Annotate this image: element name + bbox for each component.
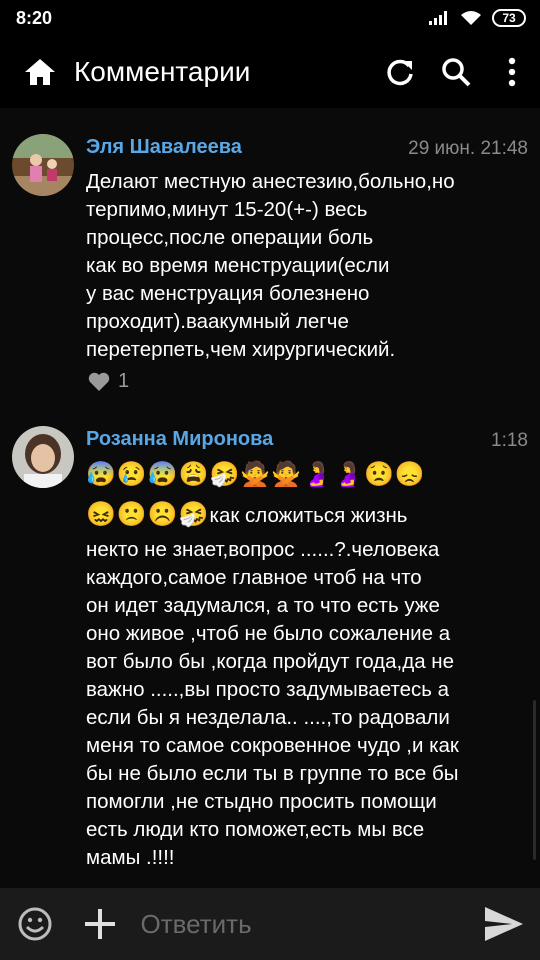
comment-author[interactable]: Розанна Миронова [86,428,273,451]
comment-time: 1:18 [491,430,528,451]
plus-icon [84,909,115,939]
comment-item: Розанна Миронова 1:18 😰😢😰😩🤧🙅🙅🤰🤰😟😞 😖🙁☹️🤧к… [0,408,540,888]
reply-input[interactable] [138,907,478,941]
reply-bar [0,888,540,960]
emoji-group: 😖🙁☹️🤧 [86,501,210,528]
emoji-button[interactable] [14,902,55,946]
home-button[interactable] [16,48,64,96]
avatar[interactable] [12,426,74,488]
comment-time: 29 июн. 21:48 [408,138,528,159]
refresh-button[interactable] [372,44,428,100]
status-time: 8:20 [16,7,53,28]
avatar[interactable] [12,134,74,196]
comment-author[interactable]: Эля Шавалеева [86,136,242,159]
wifi-icon [461,11,481,25]
more-vert-icon [508,57,516,87]
smiley-icon [18,907,52,941]
send-icon [484,907,523,941]
home-icon [25,59,55,85]
comments-list[interactable]: Эля Шавалеева 29 июн. 21:48 Делают местн… [0,108,540,888]
search-icon [442,58,471,87]
signal-icon [429,11,447,25]
comment-text: некто не знает,вопрос ......?.человека к… [86,538,459,869]
emoji-line: 😖🙁☹️🤧как сложиться жизнь [86,498,407,533]
more-button[interactable] [484,44,540,100]
comment-text-start: как сложиться жизнь [209,504,408,527]
status-icons: 73 [428,9,526,27]
battery-indicator: 73 [492,9,526,27]
send-button[interactable] [478,896,531,952]
comment-text: Делают местную анестезию,больно,но терпи… [86,170,455,361]
heart-icon [88,372,110,391]
scrollbar[interactable] [533,700,536,860]
page-title: Комментарии [74,56,251,87]
app-bar: Комментарии [0,36,540,108]
comment-item: Эля Шавалеева 29 июн. 21:48 Делают местн… [0,108,540,408]
status-bar: 8:20 73 [0,0,540,36]
like-count: 1 [118,370,130,392]
refresh-icon [387,59,413,86]
search-button[interactable] [428,44,484,100]
like-button[interactable]: 1 [88,370,129,393]
attach-button[interactable] [79,902,120,946]
emoji-line: 😰😢😰😩🤧🙅🙅🤰🤰😟😞 [86,461,426,488]
